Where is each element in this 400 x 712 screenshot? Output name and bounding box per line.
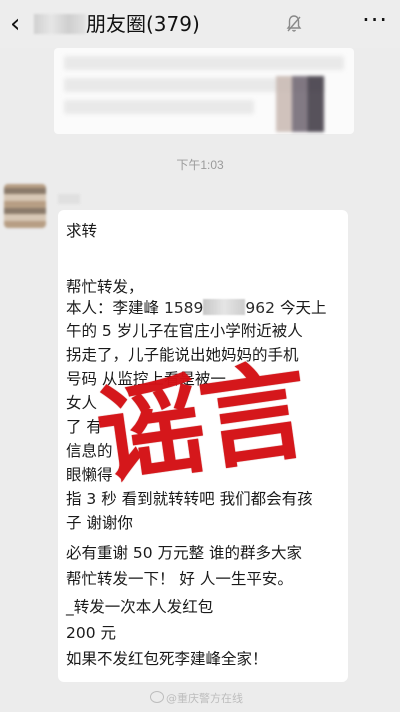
bell-muted-icon (286, 15, 302, 32)
message-line: 帮忙转发一下！ 好 人一生平安。 (66, 570, 293, 588)
phone-number-prefix: 1589 (163, 299, 204, 317)
message-line: 必有重谢 50 万元整 谁的群多大家 (66, 544, 303, 562)
message-timestamp: 下午1:03 (176, 158, 224, 172)
watermark-text: @重庆警方在线 (166, 692, 243, 705)
header-bar: ‹ 朋友圈(379) ··· (0, 0, 400, 48)
redacted-sender-name (58, 194, 80, 204)
message-line: 信息的 (66, 442, 113, 460)
message-line: 子 谢谢你 (66, 514, 133, 532)
phone-number-suffix: 962 (245, 299, 275, 317)
message-line: 拐走了，儿子能说出她妈妈的手机 (66, 346, 299, 364)
message-line: 求转 (66, 222, 98, 240)
redacted-phone-digits (203, 299, 246, 315)
weibo-icon (150, 691, 164, 703)
chat-screen: ‹ 朋友圈(379) ··· 下午1:03 求转 帮忙转发， 本人：李建峰 15… (0, 0, 400, 712)
message-line: 眼懒得 (66, 466, 113, 484)
message-line: 女人 (66, 394, 98, 412)
message-text: 今天上 (279, 299, 327, 317)
redacted-text (64, 100, 254, 114)
redacted-text (64, 56, 344, 70)
avatar[interactable] (4, 184, 46, 228)
message-line: 本人：李建峰 1589 962 今天上 (66, 297, 326, 319)
message-line: 号码 从监控上看是被一 (66, 370, 226, 388)
redacted-thumbnail[interactable] (276, 76, 324, 132)
message-line: 帮忙转发， (66, 278, 144, 296)
message-line: 指 3 秒 看到就转转吧 我们都会有孩 (66, 490, 313, 508)
more-dots-icon[interactable]: ··· (362, 6, 388, 34)
chevron-left-icon[interactable]: ‹ (10, 10, 34, 38)
redacted-group-name (34, 14, 86, 34)
message-line: 如果不发红包死李建峰全家！ (66, 650, 268, 668)
message-line: 午的 5 岁儿子在官庄小学附近被人 (66, 322, 303, 340)
message-text: 本人：李建峰 (66, 299, 160, 317)
page-title: 朋友圈(379) (86, 12, 200, 36)
watermark: @重庆警方在线 (150, 690, 243, 706)
message-line: 200 元 (66, 624, 117, 642)
message-line: 了 有 (66, 418, 102, 436)
message-line: _转发一次本人发红包 (66, 598, 214, 616)
